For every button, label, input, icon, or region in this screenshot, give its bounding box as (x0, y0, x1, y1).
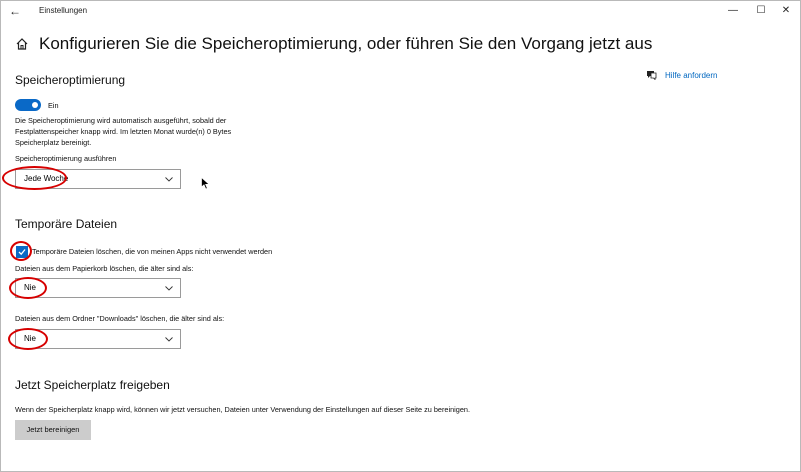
run-storage-sense-label: Speicheroptimierung ausführen (15, 154, 117, 163)
help-link-label: Hilfe anfordern (665, 70, 718, 80)
window-title: Einstellungen (39, 6, 88, 15)
storage-sense-heading: Speicheroptimierung (15, 73, 126, 87)
home-icon (16, 38, 28, 50)
mouse-cursor-icon (201, 177, 210, 190)
annotation-circle-recycle-dropdown (9, 277, 47, 299)
help-chat-icon (647, 71, 657, 80)
title-bar: ← Einstellungen — ☐ ✕ (1, 1, 800, 23)
chevron-down-icon (165, 286, 173, 291)
back-button[interactable]: ← (9, 4, 23, 18)
page-title: Konfigurieren Sie die Speicheroptimierun… (39, 34, 653, 53)
free-space-description: Wenn der Speicherplatz knapp wird, könne… (15, 405, 470, 414)
annotation-circle-checkbox (10, 241, 32, 261)
settings-window: ← Einstellungen — ☐ ✕ Konfigurieren Sie … (0, 0, 801, 472)
downloads-label: Dateien aus dem Ordner "Downloads" lösch… (15, 314, 225, 323)
toggle-state-label: Ein (48, 101, 59, 110)
delete-temp-files-label: Temporäre Dateien löschen, die von meine… (32, 247, 273, 256)
chevron-down-icon (165, 177, 173, 182)
maximize-button[interactable]: ☐ (751, 4, 771, 18)
help-link[interactable]: Hilfe anfordern (646, 70, 717, 80)
storage-sense-toggle[interactable] (15, 99, 41, 111)
storage-sense-description-line-1: Die Speicheroptimierung wird automatisch… (15, 116, 227, 125)
temp-files-heading: Temporäre Dateien (15, 217, 118, 231)
annotation-circle-downloads-dropdown (8, 328, 48, 350)
close-button[interactable]: ✕ (776, 4, 796, 18)
recycle-bin-label: Dateien aus dem Papierkorb löschen, die … (15, 264, 194, 273)
minimize-button[interactable]: — (723, 4, 743, 18)
toggle-knob (32, 102, 38, 108)
chevron-down-icon (165, 337, 173, 342)
free-space-heading: Jetzt Speicherplatz freigeben (15, 378, 170, 392)
storage-sense-description-line-2: Festplattenspeicher knapp wird. Im letzt… (15, 127, 232, 136)
annotation-circle-run-dropdown (2, 166, 67, 190)
storage-sense-description-line-3: Speicherplatz bereinigt. (15, 138, 92, 147)
clean-now-button[interactable]: Jetzt bereinigen (15, 420, 91, 440)
